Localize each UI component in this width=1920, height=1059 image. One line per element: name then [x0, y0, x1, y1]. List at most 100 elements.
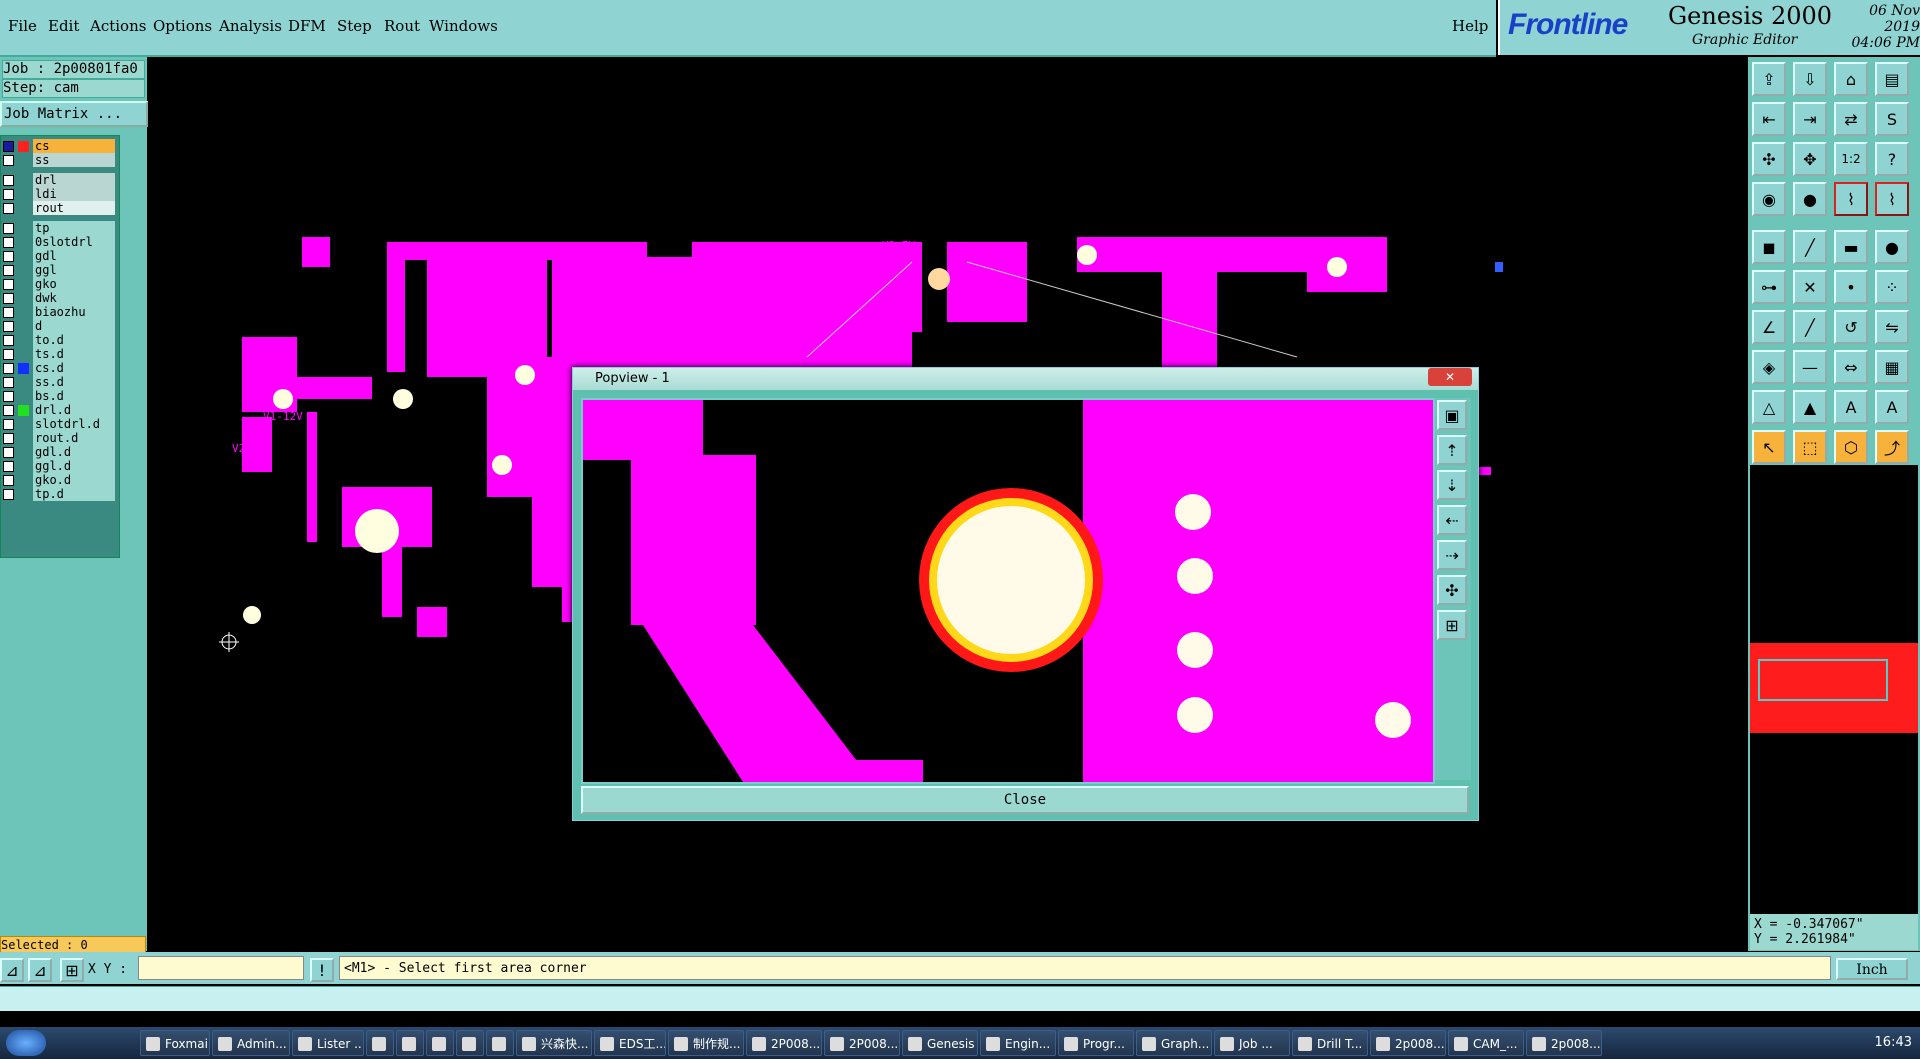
layer-checkbox[interactable] — [3, 155, 14, 166]
help-icon[interactable]: ? — [1875, 142, 1909, 176]
dash-icon[interactable]: — — [1793, 350, 1827, 384]
layer-row-gko[interactable]: gko — [1, 277, 119, 292]
layer-name[interactable]: gdl — [33, 249, 115, 263]
taskbar-item[interactable]: Graph... — [1136, 1030, 1212, 1056]
layer-checkbox[interactable] — [3, 363, 14, 374]
layer-checkbox[interactable] — [3, 405, 14, 416]
layer-row-gko-d[interactable]: gko.d — [1, 473, 119, 488]
layer-name[interactable]: ts.d — [33, 347, 115, 361]
layer-row-bs-d[interactable]: bs.d — [1, 389, 119, 404]
menu-dfm[interactable]: DFM — [288, 17, 326, 35]
layer-checkbox[interactable] — [3, 141, 14, 152]
exchange-icon[interactable]: ⇄ — [1834, 102, 1868, 136]
popview-canvas[interactable] — [581, 398, 1435, 784]
layer-checkbox[interactable] — [3, 321, 14, 332]
flip-icon[interactable]: ⇋ — [1875, 310, 1909, 344]
bottom-tool-b-icon[interactable]: ⊿ — [28, 958, 52, 982]
open-icon[interactable]: ⇪ — [1752, 62, 1786, 96]
popview-window[interactable]: Popview - 1 ✕ ▣ ⇡ ⇣ ⇠ ⇢ ✣ ⊞ Close — [572, 367, 1479, 821]
layer-checkbox[interactable] — [3, 189, 14, 200]
layer-checkbox[interactable] — [3, 237, 14, 248]
layer-name[interactable]: ggl — [33, 263, 115, 277]
layer-checkbox[interactable] — [3, 349, 14, 360]
layer-name[interactable]: gko — [33, 277, 115, 291]
layer-checkbox[interactable] — [3, 203, 14, 214]
menu-options[interactable]: Options — [153, 17, 212, 35]
fit-icon[interactable]: ✣ — [1752, 142, 1786, 176]
taskbar-item[interactable]: Foxmail — [140, 1030, 210, 1056]
layer-name[interactable]: dwk — [33, 291, 115, 305]
layer-row-slotdrl-d[interactable]: slotdrl.d — [1, 417, 119, 432]
layer-row-ts-d[interactable]: ts.d — [1, 347, 119, 362]
layer-row-ss[interactable]: ss — [1, 153, 119, 168]
layer-row-ggl-d[interactable]: ggl.d — [1, 459, 119, 474]
taskbar-item[interactable]: Admin... — [212, 1030, 290, 1056]
taskbar-item[interactable] — [366, 1030, 394, 1056]
layer-row-gdl-d[interactable]: gdl.d — [1, 445, 119, 460]
layer-row-d[interactable]: d — [1, 319, 119, 334]
layer-row-cs-d[interactable]: cs.d — [1, 361, 119, 376]
xy-input[interactable] — [138, 956, 304, 980]
layer-checkbox[interactable] — [3, 391, 14, 402]
popview-center-icon[interactable]: ⊞ — [1437, 610, 1467, 640]
menu-edit[interactable]: Edit — [48, 17, 79, 35]
layer-checkbox[interactable] — [3, 175, 14, 186]
home-icon[interactable]: ⌂ — [1834, 62, 1868, 96]
array-icon[interactable]: ▦ — [1875, 350, 1909, 384]
taskbar-item[interactable]: 兴森快... — [516, 1030, 592, 1056]
layer-row-rout[interactable]: rout — [1, 201, 119, 216]
taskbar-item[interactable] — [396, 1030, 424, 1056]
layer-row-rout-d[interactable]: rout.d — [1, 431, 119, 446]
popview-close-icon[interactable]: ✕ — [1428, 368, 1472, 386]
layer-name[interactable]: cs — [33, 139, 115, 153]
taskbar-item[interactable]: CAM_... — [1448, 1030, 1524, 1056]
popview-zoom-icon[interactable]: ▣ — [1437, 400, 1467, 430]
layer-row-drl-d[interactable]: drl.d — [1, 403, 119, 418]
bar-icon[interactable]: ▬ — [1834, 230, 1868, 264]
pad-icon[interactable]: ◼ — [1752, 230, 1786, 264]
start-button-icon[interactable] — [6, 1030, 46, 1056]
select-poly-icon[interactable]: ⬡ — [1834, 430, 1868, 464]
menu-actions[interactable]: Actions — [90, 17, 146, 35]
layer-name[interactable]: bs.d — [33, 389, 115, 403]
taskbar-item[interactable] — [486, 1030, 514, 1056]
layer-name[interactable]: to.d — [33, 333, 115, 347]
taskbar-item[interactable]: EDS工... — [594, 1030, 666, 1056]
taskbar-item[interactable]: Lister ... — [292, 1030, 364, 1056]
layer-checkbox[interactable] — [3, 265, 14, 276]
route-icon[interactable]: ⤴ — [1875, 430, 1909, 464]
angle-icon[interactable]: ∠ — [1752, 310, 1786, 344]
taskbar-item[interactable]: 制作规... — [668, 1030, 744, 1056]
layout-icon[interactable]: ▤ — [1875, 62, 1909, 96]
layer-row-tp-d[interactable]: tp.d — [1, 487, 119, 502]
select-icon[interactable]: ↖ — [1752, 430, 1786, 464]
grid-icon[interactable]: ⊞ — [60, 958, 84, 982]
layer-row-dwk[interactable]: dwk — [1, 291, 119, 306]
line-icon[interactable]: ╱ — [1793, 230, 1827, 264]
layer-name[interactable]: cs.d — [33, 361, 115, 375]
layer-row-ldi[interactable]: ldi — [1, 187, 119, 202]
layer-row-0slotdrl[interactable]: 0slotdrl — [1, 235, 119, 250]
zoom-fit-icon[interactable]: ✥ — [1793, 142, 1827, 176]
units-select[interactable]: Inch — [1836, 958, 1908, 980]
layer-checkbox[interactable] — [3, 377, 14, 388]
menu-analysis[interactable]: Analysis — [219, 17, 282, 35]
taskbar-item[interactable]: Job ... — [1214, 1030, 1290, 1056]
taskbar-item[interactable]: 2p008... — [1370, 1030, 1446, 1056]
minimap-view-box[interactable] — [1758, 659, 1888, 701]
letter-a-icon[interactable]: A — [1834, 390, 1868, 424]
popview-fit-icon[interactable]: ✣ — [1437, 575, 1467, 605]
layer-row-biaozhu[interactable]: biaozhu — [1, 305, 119, 320]
layer-name[interactable]: gdl.d — [33, 445, 115, 459]
layer-name[interactable]: ldi — [33, 187, 115, 201]
layer-name[interactable]: gko.d — [33, 473, 115, 487]
scale-1-2-icon[interactable]: 1:2 — [1834, 142, 1868, 176]
menu-file[interactable]: File — [8, 17, 37, 35]
taskbar-item[interactable]: 2p008... — [1526, 1030, 1602, 1056]
layer-red2-icon[interactable]: ⌇ — [1875, 182, 1909, 216]
popview-down-icon[interactable]: ⇣ — [1437, 470, 1467, 500]
layer-checkbox[interactable] — [3, 475, 14, 486]
layer-name[interactable]: drl.d — [33, 403, 115, 417]
menu-help[interactable]: Help — [1452, 17, 1488, 35]
layer-name[interactable]: biaozhu — [33, 305, 115, 319]
